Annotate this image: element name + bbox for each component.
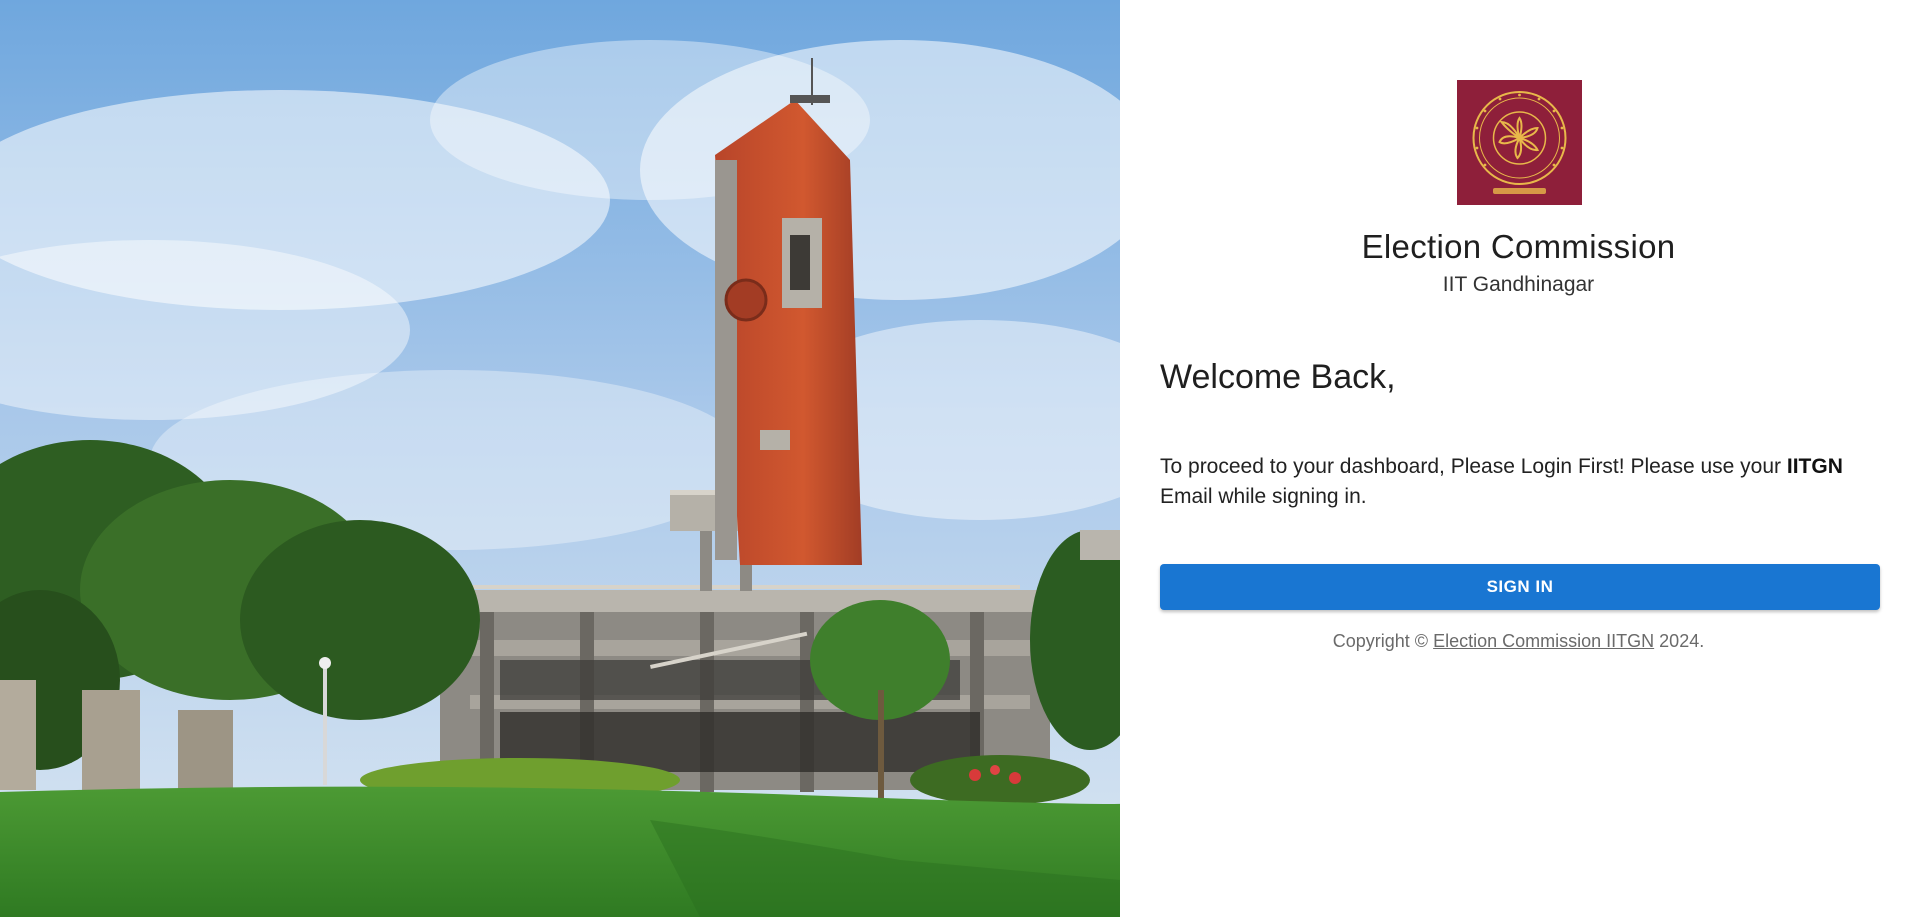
- hero-image: [0, 0, 1120, 917]
- copyright-prefix: Copyright ©: [1332, 631, 1429, 651]
- copyright-footer: Copyright © Election Commission IITGN 20…: [1120, 631, 1917, 652]
- login-instructions: To proceed to your dashboard, Please Log…: [1160, 452, 1900, 512]
- sign-in-button[interactable]: SIGN IN: [1160, 564, 1880, 610]
- login-panel: Election Commission IIT Gandhinagar Welc…: [1120, 0, 1917, 917]
- election-commission-seal-icon: [1457, 80, 1582, 205]
- brand-title: Election Commission: [1361, 228, 1676, 265]
- election-commission-link[interactable]: Election Commission IITGN: [1433, 631, 1654, 651]
- campus-clock-tower-photo: [0, 0, 1120, 917]
- instructions-bold-iitgn: IITGN: [1786, 455, 1843, 478]
- instructions-text-start: To proceed to your dashboard, Please Log…: [1160, 455, 1782, 478]
- brand-subtitle: IIT Gandhinagar: [1442, 273, 1595, 296]
- welcome-heading: Welcome Back,: [1160, 358, 1396, 396]
- login-page: Election Commission IIT Gandhinagar Welc…: [0, 0, 1917, 917]
- instructions-text-end: Email while signing in.: [1160, 485, 1367, 508]
- copyright-year: 2024.: [1659, 631, 1705, 651]
